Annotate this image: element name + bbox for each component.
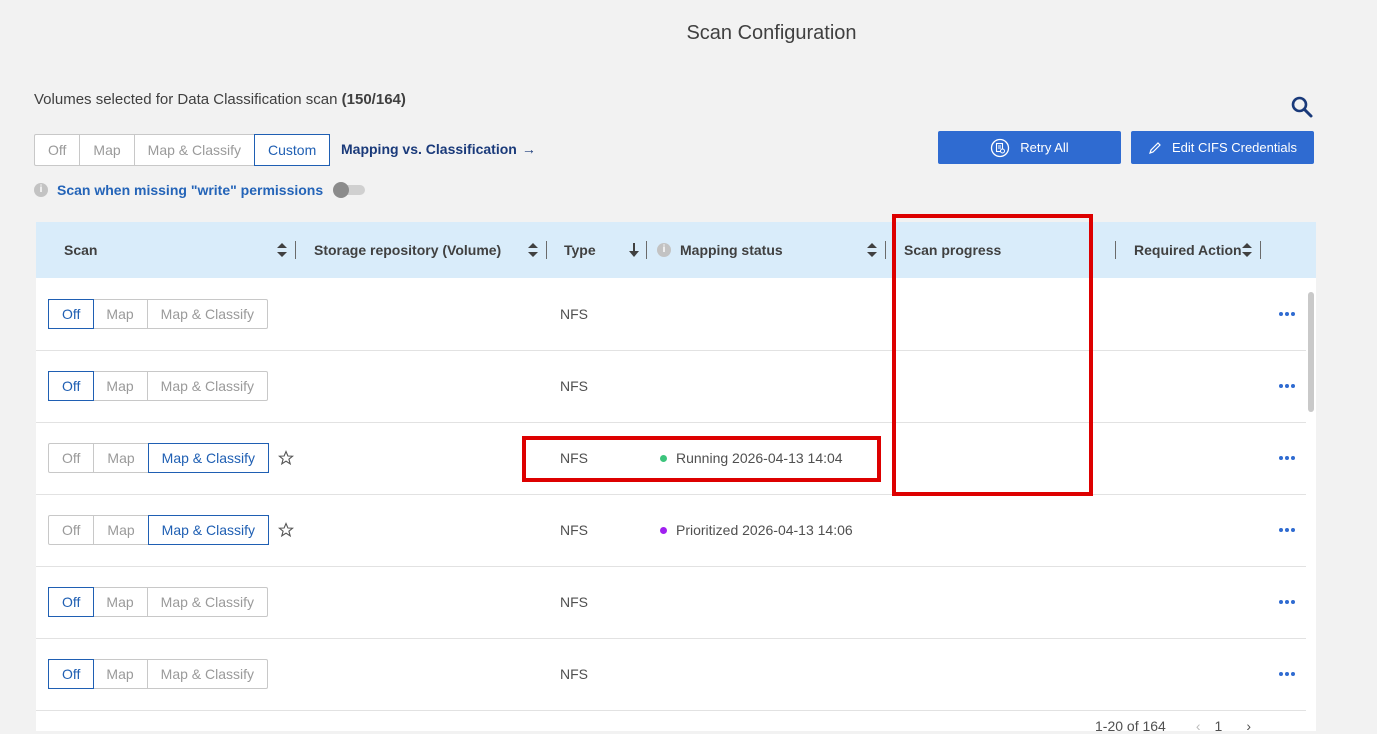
star-icon[interactable] [278, 522, 294, 538]
sort-icon[interactable] [867, 243, 877, 257]
page-title: Scan Configuration [686, 22, 857, 44]
arrow-right-icon: → [521, 141, 536, 157]
sort-icon[interactable] [1242, 243, 1252, 257]
more-options-icon[interactable] [1278, 305, 1296, 323]
row-scan-off[interactable]: Off [48, 587, 95, 617]
pencil-icon [1148, 141, 1162, 155]
scan-mode-selector: Off Map Map & Classify Custom [34, 134, 331, 166]
row-scan-map[interactable]: Map [93, 588, 148, 616]
sort-icon[interactable] [528, 243, 538, 257]
row-type: NFS [560, 522, 588, 538]
summary-count: (150/164) [341, 91, 406, 108]
row-type: NFS [560, 666, 588, 682]
row-scan-map-classify[interactable]: Map & Classify [148, 660, 267, 688]
write-permissions-label: Scan when missing "write" permissions [57, 182, 324, 198]
row-scan-map-classify[interactable]: Map & Classify [148, 372, 267, 400]
table-scrollbar[interactable] [1306, 278, 1316, 731]
status-text: Prioritized 2026-04-13 14:06 [676, 522, 853, 538]
scrollbar-thumb[interactable] [1308, 292, 1314, 412]
retry-all-label: Retry All [1020, 140, 1069, 155]
row-mapping-status: Prioritized 2026-04-13 14:06 [660, 494, 853, 566]
row-scan-map-classify[interactable]: Map & Classify [147, 443, 270, 473]
row-scan-off[interactable]: Off [49, 516, 95, 544]
more-options-icon[interactable] [1278, 665, 1296, 683]
toggle-knob [333, 182, 350, 198]
search-icon[interactable] [1290, 95, 1314, 119]
more-options-icon[interactable] [1278, 521, 1296, 539]
star-icon[interactable] [278, 450, 294, 466]
table-row: Off Map Map & Classify NFS Prioritized 2… [36, 494, 1306, 567]
row-scan-selector: Off Map Map & Classify [48, 659, 269, 689]
retry-icon [990, 138, 1010, 158]
row-scan-off[interactable]: Off [49, 444, 95, 472]
table-header: Scan Storage repository (Volume) Type i … [36, 222, 1316, 278]
column-storage-repository[interactable]: Storage repository (Volume) [314, 222, 501, 278]
row-scan-map[interactable]: Map [93, 372, 148, 400]
status-dot-prioritized [660, 526, 667, 534]
row-scan-map[interactable]: Map [94, 516, 149, 544]
table-row: Off Map Map & Classify NFS [36, 566, 1306, 639]
table-row: Off Map Map & Classify NFS [36, 350, 1306, 423]
pagination: 1-20 of 164 ‹ 1 › [1095, 718, 1251, 734]
row-scan-selector: Off Map Map & Classify [48, 587, 269, 617]
running-status-highlight [522, 436, 881, 482]
row-scan-map[interactable]: Map [93, 300, 148, 328]
column-scan[interactable]: Scan [64, 222, 97, 278]
row-scan-selector: Off Map Map & Classify [48, 515, 270, 545]
pagination-page[interactable]: 1 [1215, 718, 1223, 734]
row-scan-off[interactable]: Off [48, 371, 95, 401]
edit-cifs-credentials-button[interactable]: Edit CIFS Credentials [1131, 131, 1314, 164]
row-scan-map[interactable]: Map [94, 444, 149, 472]
row-scan-map[interactable]: Map [93, 660, 148, 688]
row-scan-off[interactable]: Off [48, 659, 95, 689]
chevron-left-icon[interactable]: ‹ [1196, 718, 1201, 734]
sort-icon[interactable] [277, 243, 287, 257]
info-icon: i [657, 243, 671, 257]
scan-mode-map-classify[interactable]: Map & Classify [135, 135, 256, 165]
row-scan-map-classify[interactable]: Map & Classify [147, 515, 270, 545]
mapping-vs-classification-link[interactable]: Mapping vs. Classification → [341, 141, 536, 157]
edit-cifs-label: Edit CIFS Credentials [1172, 140, 1297, 155]
column-required-action[interactable]: Required Action [1134, 222, 1242, 278]
more-options-icon[interactable] [1278, 377, 1296, 395]
row-scan-map-classify[interactable]: Map & Classify [148, 300, 267, 328]
row-scan-selector: Off Map Map & Classify [48, 443, 270, 473]
table-row: Off Map Map & Classify NFS [36, 638, 1306, 711]
scan-mode-off[interactable]: Off [35, 135, 81, 165]
column-mapping-status[interactable]: Mapping status [680, 222, 783, 278]
more-options-icon[interactable] [1278, 593, 1296, 611]
column-type[interactable]: Type [564, 222, 596, 278]
retry-all-button[interactable]: Retry All [938, 131, 1121, 164]
row-scan-map-classify[interactable]: Map & Classify [148, 588, 267, 616]
chevron-right-icon[interactable]: › [1246, 718, 1251, 734]
sort-descending-icon[interactable] [629, 243, 639, 257]
mapping-vs-classification-label: Mapping vs. Classification [341, 141, 517, 157]
row-type: NFS [560, 594, 588, 610]
volumes-selected-summary: Volumes selected for Data Classification… [34, 91, 406, 108]
row-type: NFS [560, 378, 588, 394]
write-permissions-toggle[interactable] [333, 182, 366, 198]
summary-text: Volumes selected for Data Classification… [34, 91, 342, 108]
row-scan-selector: Off Map Map & Classify [48, 371, 269, 401]
more-options-icon[interactable] [1278, 449, 1296, 467]
row-scan-off[interactable]: Off [48, 299, 95, 329]
row-scan-selector: Off Map Map & Classify [48, 299, 269, 329]
scan-mode-map[interactable]: Map [80, 135, 135, 165]
scan-progress-highlight [892, 214, 1093, 496]
write-permissions-row: i Scan when missing "write" permissions [34, 182, 366, 198]
scan-mode-custom[interactable]: Custom [254, 134, 331, 166]
info-icon: i [34, 183, 48, 197]
pagination-range: 1-20 of 164 [1095, 718, 1166, 734]
row-type: NFS [560, 306, 588, 322]
table-row: Off Map Map & Classify NFS [36, 278, 1306, 351]
